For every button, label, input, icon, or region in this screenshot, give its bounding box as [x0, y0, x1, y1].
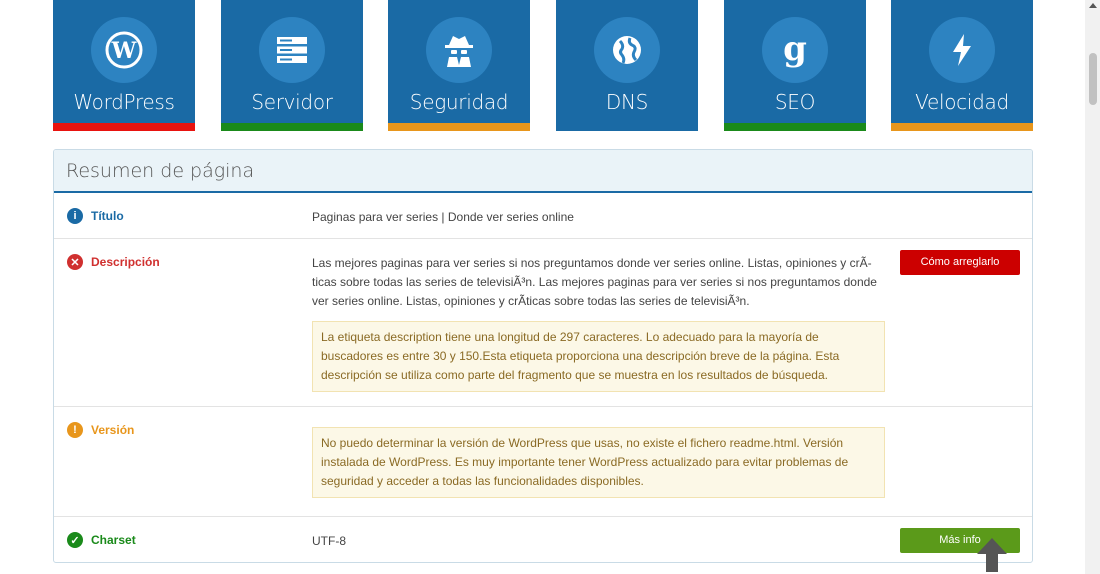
spy-icon — [426, 17, 492, 83]
svg-text:W: W — [111, 38, 137, 64]
tile-status-bar — [891, 123, 1033, 131]
tile-label: WordPress — [73, 90, 175, 114]
row-descripcion: ✕ Descripción Las mejores paginas para v… — [54, 239, 1032, 407]
tile-status-bar — [221, 123, 363, 131]
tile-status-bar — [724, 123, 866, 131]
globe-icon — [594, 17, 660, 83]
tile-seo[interactable]: g SEO — [724, 0, 866, 131]
row-label: Título — [91, 209, 124, 223]
google-icon: g — [762, 17, 828, 83]
warning-icon: ! — [67, 422, 83, 438]
tile-label: SEO — [774, 90, 816, 114]
tile-label: Servidor — [251, 90, 333, 114]
tile-label: DNS — [605, 90, 649, 114]
scroll-up-arrow-icon[interactable] — [1089, 3, 1097, 8]
scrollbar[interactable] — [1085, 0, 1100, 574]
tile-dns[interactable]: DNS — [556, 0, 698, 131]
category-tiles: W WordPress Servidor Seguridad DNS g SEO — [53, 0, 1033, 131]
wordpress-icon: W — [91, 17, 157, 83]
tile-status-bar — [388, 123, 530, 131]
row-value: Las mejores paginas para ver series si n… — [312, 256, 877, 308]
tile-label: Velocidad — [915, 90, 1009, 114]
scroll-to-top-icon[interactable] — [975, 536, 1009, 572]
row-label: Versión — [91, 423, 135, 437]
row-titulo: i Título Paginas para ver series | Donde… — [54, 193, 1032, 239]
server-icon — [259, 17, 325, 83]
tile-status-bar — [53, 123, 195, 131]
how-to-fix-button[interactable]: Cómo arreglarlo — [900, 250, 1020, 275]
tile-velocidad[interactable]: Velocidad — [891, 0, 1033, 131]
tile-servidor[interactable]: Servidor — [221, 0, 363, 131]
warning-note: No puedo determinar la versión de WordPr… — [312, 427, 885, 498]
bolt-icon — [929, 17, 995, 83]
row-label: Charset — [91, 533, 136, 547]
error-icon: ✕ — [67, 254, 83, 270]
tile-label: Seguridad — [409, 90, 509, 114]
page-summary-panel: Resumen de página i Título Paginas para … — [53, 149, 1033, 563]
row-label: Descripción — [91, 255, 160, 269]
info-icon: i — [67, 208, 83, 224]
row-version: ! Versión No puedo determinar la versión… — [54, 407, 1032, 517]
warning-note: La etiqueta description tiene una longit… — [312, 321, 885, 392]
scrollbar-thumb[interactable] — [1089, 53, 1097, 105]
row-value: Paginas para ver series | Donde ver seri… — [312, 210, 574, 224]
tile-seguridad[interactable]: Seguridad — [388, 0, 530, 131]
tile-wordpress[interactable]: W WordPress — [53, 0, 195, 131]
row-charset: ✓ Charset UTF-8 Más info — [54, 517, 1032, 562]
tile-status-bar — [556, 123, 698, 131]
row-value: UTF-8 — [312, 534, 346, 548]
check-icon: ✓ — [67, 532, 83, 548]
panel-title: Resumen de página — [54, 150, 1032, 193]
svg-text:g: g — [783, 30, 807, 69]
